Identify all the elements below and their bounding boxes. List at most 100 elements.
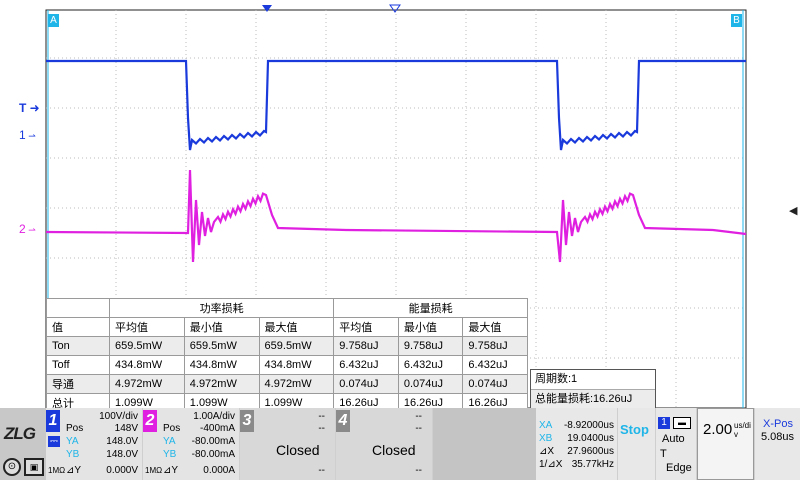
table-cell: 659.5mW bbox=[109, 336, 185, 356]
xpos-label: X-Pos bbox=[763, 418, 793, 430]
table-cell: 659.5mW bbox=[258, 336, 335, 356]
zoom-icon[interactable]: ⊙ bbox=[3, 458, 21, 476]
dx-value: 27.9600us bbox=[567, 446, 614, 457]
run-state[interactable]: Stop bbox=[620, 422, 649, 437]
ch2-pos-label: Pos bbox=[163, 423, 181, 434]
empty-panel bbox=[433, 408, 536, 480]
ch3-number: 3 bbox=[240, 410, 254, 432]
trigger-panel[interactable]: 1 ▬ Auto T Edge bbox=[656, 408, 696, 480]
timebase-value: 2.00 bbox=[703, 421, 733, 438]
ch2-scale: 1.00A/div bbox=[193, 411, 235, 422]
ch2-yb: -80.00mA bbox=[191, 449, 235, 460]
ch4-status: Closed bbox=[372, 442, 416, 458]
trigger-type-label: T bbox=[660, 448, 667, 460]
channel2-panel[interactable]: 2 1.00A/div Pos -400mA YA -80.00mA YB -8… bbox=[143, 408, 239, 480]
column-header: 最大值 bbox=[258, 317, 335, 337]
run-stop-panel[interactable]: Stop bbox=[618, 408, 655, 480]
cursor-readout-panel[interactable]: XA -8.92000us XB 19.0400us ⊿X 27.9600us … bbox=[536, 408, 617, 480]
table-cell: 9.758uJ bbox=[397, 336, 464, 356]
ch3-pos-dash: -- bbox=[318, 423, 325, 434]
channel4-panel[interactable]: 4 -- -- Closed -- bbox=[336, 408, 432, 480]
arrow-right-icon: ➜ bbox=[26, 101, 40, 115]
xa-label: XA bbox=[539, 420, 553, 431]
channel2-marker[interactable]: 2 ⇀ bbox=[19, 222, 36, 236]
offscreen-marker-icon: ◀ bbox=[789, 205, 798, 217]
column-header: 平均值 bbox=[109, 317, 185, 337]
cursor-b-label[interactable]: B bbox=[731, 14, 742, 27]
energy-loss-header: 能量损耗 bbox=[333, 298, 528, 318]
ch2-marker-text: 2 bbox=[19, 222, 26, 236]
table-cell: 434.8mW bbox=[258, 355, 335, 375]
ch1-yb-label: YB bbox=[66, 449, 80, 460]
table-cell: 0.074uJ bbox=[462, 374, 528, 394]
xa-value: -8.92000us bbox=[563, 420, 614, 431]
column-header: 最小值 bbox=[397, 317, 464, 337]
timebase-panel[interactable]: 2.00 us/div bbox=[697, 408, 754, 480]
table-cell: 导通 bbox=[46, 374, 110, 394]
logo-area: ZLG ⊙ ▣ bbox=[0, 408, 46, 480]
ground-arrow-icon: ⇀ bbox=[25, 131, 36, 141]
xpos-value: 5.08us bbox=[761, 431, 795, 443]
ch2-ya-label: YA bbox=[163, 436, 176, 447]
channel1-panel[interactable]: 1 100V/div Pos 148V ⎓ YA 148.0V YB 148.0… bbox=[46, 408, 142, 480]
ch1-impedance: 1MΩ bbox=[48, 466, 66, 475]
total-energy-loss: 总能量损耗:16.26uJ bbox=[531, 389, 655, 409]
dx-label: ⊿X bbox=[539, 446, 555, 457]
ch2-dy: 0.000A bbox=[203, 465, 235, 476]
column-header: 平均值 bbox=[333, 317, 399, 337]
freq-label: 1/⊿X bbox=[539, 459, 563, 470]
ch1-dy-label: ⊿Y bbox=[66, 465, 82, 476]
screenshot-icon[interactable]: ▣ bbox=[24, 458, 44, 476]
table-cell: 9.758uJ bbox=[462, 336, 528, 356]
freq-value: 35.77kHz bbox=[571, 459, 614, 470]
xpos-panel[interactable]: X-Pos 5.08us bbox=[755, 408, 800, 480]
table-cell: 6.432uJ bbox=[333, 355, 399, 375]
ch3-scale-dash: -- bbox=[318, 411, 325, 422]
ch1-dy: 0.000V bbox=[106, 465, 138, 476]
ch1-ya: 148.0V bbox=[106, 436, 138, 447]
zlg-logo: ZLG bbox=[4, 424, 36, 443]
timebase-unit: us/div bbox=[734, 421, 751, 439]
column-header: 最小值 bbox=[183, 317, 260, 337]
center-marker bbox=[389, 4, 401, 13]
ch3-status: Closed bbox=[276, 442, 320, 458]
ch2-yb-label: YB bbox=[163, 449, 177, 460]
ch1-pos: 148V bbox=[114, 423, 138, 434]
table-cell: 6.432uJ bbox=[397, 355, 464, 375]
channel2-waveform bbox=[45, 169, 747, 263]
column-header: 最大值 bbox=[462, 317, 528, 337]
ch2-dy-label: ⊿Y bbox=[163, 465, 179, 476]
table-corner bbox=[46, 298, 110, 318]
ch1-number: 1 bbox=[46, 410, 60, 432]
table-cell: 0.074uJ bbox=[333, 374, 399, 394]
oscilloscope-display[interactable]: ◀ A B T ➜ 1 ⇀ 2 ⇀ 功率损耗 能量损耗 值 平均值 最小值 最大… bbox=[0, 0, 800, 413]
ch1-marker-text: 1 bbox=[19, 128, 26, 142]
xb-label: XB bbox=[539, 433, 553, 444]
ground-arrow-icon: ⇀ bbox=[25, 225, 36, 235]
ch1-scale: 100V/div bbox=[99, 411, 138, 422]
trigger-mode: Auto bbox=[662, 433, 685, 445]
ch2-pos: -400mA bbox=[199, 423, 235, 434]
table-cell: 659.5mW bbox=[183, 336, 260, 356]
ch1-pos-label: Pos bbox=[66, 423, 84, 434]
xb-value: 19.0400us bbox=[567, 433, 614, 444]
cursor-a-label[interactable]: A bbox=[48, 14, 59, 27]
trigger-channel: 1 bbox=[658, 417, 670, 429]
ch4-pos-dash: -- bbox=[415, 423, 422, 434]
ch2-ya: -80.00mA bbox=[191, 436, 235, 447]
table-cell: 9.758uJ bbox=[333, 336, 399, 356]
status-bar: ZLG ⊙ ▣ 1 100V/div Pos 148V ⎓ YA 148.0V … bbox=[0, 408, 800, 480]
table-row: Toff 434.8mW 434.8mW 434.8mW 6.432uJ 6.4… bbox=[46, 355, 528, 375]
column-header: 值 bbox=[46, 317, 110, 337]
table-cell: 4.972mW bbox=[258, 374, 335, 394]
trigger-edge-icon: ▬ bbox=[673, 417, 691, 429]
table-cell: 434.8mW bbox=[183, 355, 260, 375]
table-cell: 4.972mW bbox=[109, 374, 185, 394]
period-summary-box: 周期数:1 总能量损耗:16.26uJ bbox=[530, 369, 656, 409]
table-cell: 0.074uJ bbox=[397, 374, 464, 394]
ch2-impedance: 1MΩ bbox=[145, 466, 163, 475]
trigger-level-marker[interactable]: T ➜ bbox=[19, 101, 40, 115]
channel3-panel[interactable]: 3 -- -- Closed -- bbox=[240, 408, 335, 480]
ch1-yb: 148.0V bbox=[106, 449, 138, 460]
channel1-marker[interactable]: 1 ⇀ bbox=[19, 128, 36, 142]
